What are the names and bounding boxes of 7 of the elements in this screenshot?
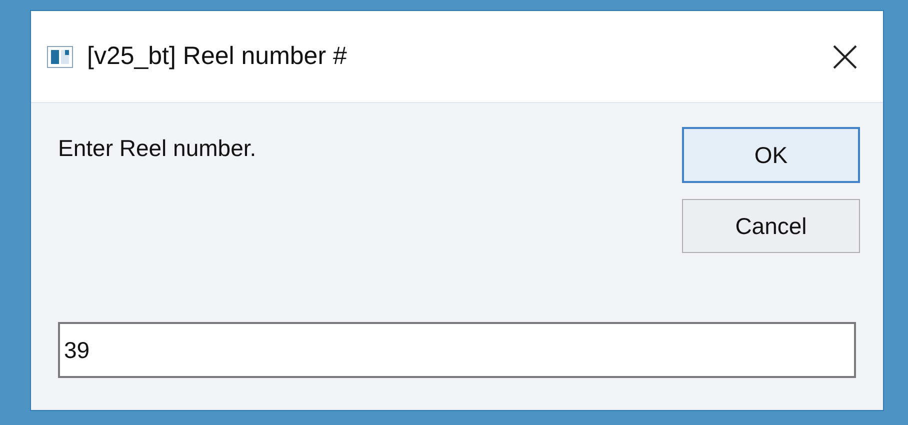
app-icon (47, 46, 73, 68)
input-field[interactable]: 39 (58, 322, 856, 378)
prompt-text: Enter Reel number. (58, 134, 256, 163)
window-title: [v25_bt] Reel number # (87, 40, 347, 72)
dialog-button[interactable]: OK (682, 127, 860, 183)
dialog-button[interactable]: Cancel (682, 199, 860, 253)
close-icon (832, 44, 858, 70)
